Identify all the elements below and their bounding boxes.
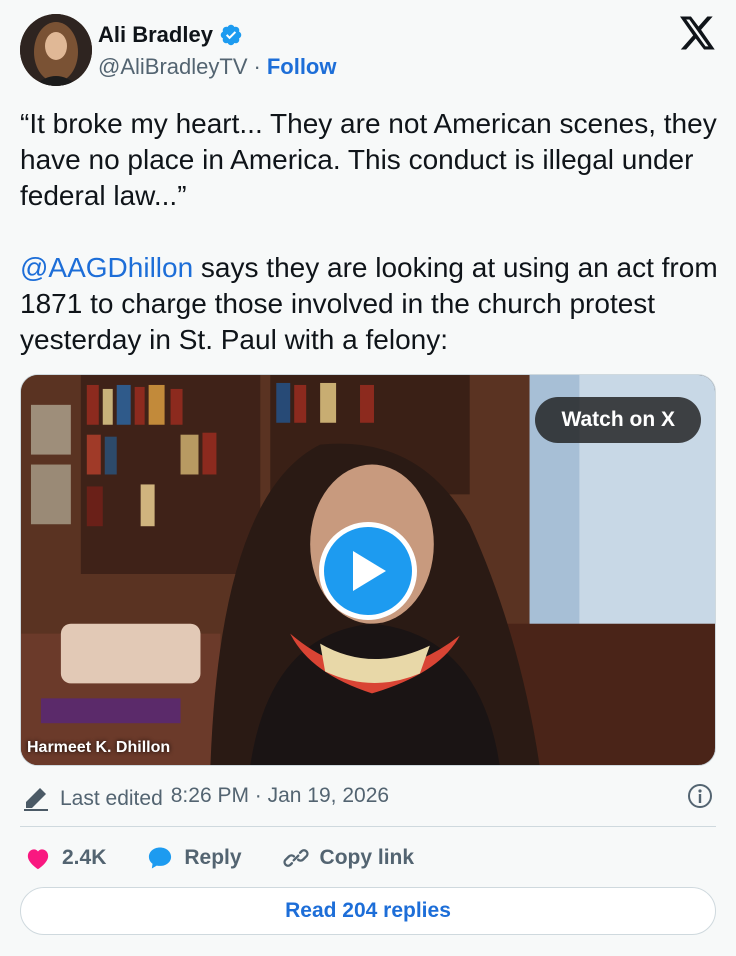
play-button[interactable]: [319, 522, 417, 620]
watch-on-x-button[interactable]: Watch on X: [535, 397, 701, 443]
verified-badge-icon: [220, 24, 242, 46]
separator-dot: ·: [253, 54, 261, 79]
like-count: 2.4K: [62, 846, 107, 869]
avatar-portrait: [20, 14, 92, 86]
play-icon: [353, 551, 386, 591]
divider: [20, 826, 716, 827]
author-handle[interactable]: @AliBradleyTV: [98, 54, 248, 80]
author-avatar[interactable]: [20, 14, 92, 86]
tweet-text: “It broke my heart... They are not Ameri…: [20, 106, 720, 358]
video-player[interactable]: Watch on X Harmeet K. Dhillon: [20, 374, 716, 766]
last-edited-label[interactable]: Last edited: [60, 787, 163, 811]
copy-link-label: Copy link: [319, 846, 415, 869]
like-button[interactable]: 2.4K: [24, 844, 106, 872]
tweet-actions: 2.4K Reply Copy link: [20, 840, 414, 876]
copy-link-button[interactable]: Copy link: [282, 844, 415, 872]
read-replies-button[interactable]: Read 204 replies: [20, 887, 716, 935]
link-icon: [282, 849, 309, 867]
reply-bubble-icon: [149, 847, 172, 869]
reply-label: Reply: [184, 846, 242, 869]
heart-icon: [27, 849, 49, 870]
x-logo-icon[interactable]: [680, 16, 716, 50]
author-handle-row: @AliBradleyTV · Follow: [98, 54, 336, 80]
info-icon[interactable]: [686, 782, 714, 810]
author-name-row: Ali Bradley: [98, 22, 243, 48]
tweet-timestamp[interactable]: 8:26 PM · Jan 19, 2026: [171, 784, 389, 808]
video-caption: Harmeet K. Dhillon: [27, 739, 171, 756]
author-name[interactable]: Ali Bradley: [98, 22, 213, 48]
reply-button[interactable]: Reply: [146, 844, 242, 872]
tweet-quote: “It broke my heart... They are not Ameri…: [20, 108, 725, 211]
mention-link[interactable]: @AAGDhillon: [20, 252, 193, 283]
follow-button[interactable]: Follow: [267, 54, 337, 80]
tweet-meta-row: Last edited 8:26 PM · Jan 19, 2026: [20, 776, 716, 816]
pencil-icon: [24, 788, 48, 811]
